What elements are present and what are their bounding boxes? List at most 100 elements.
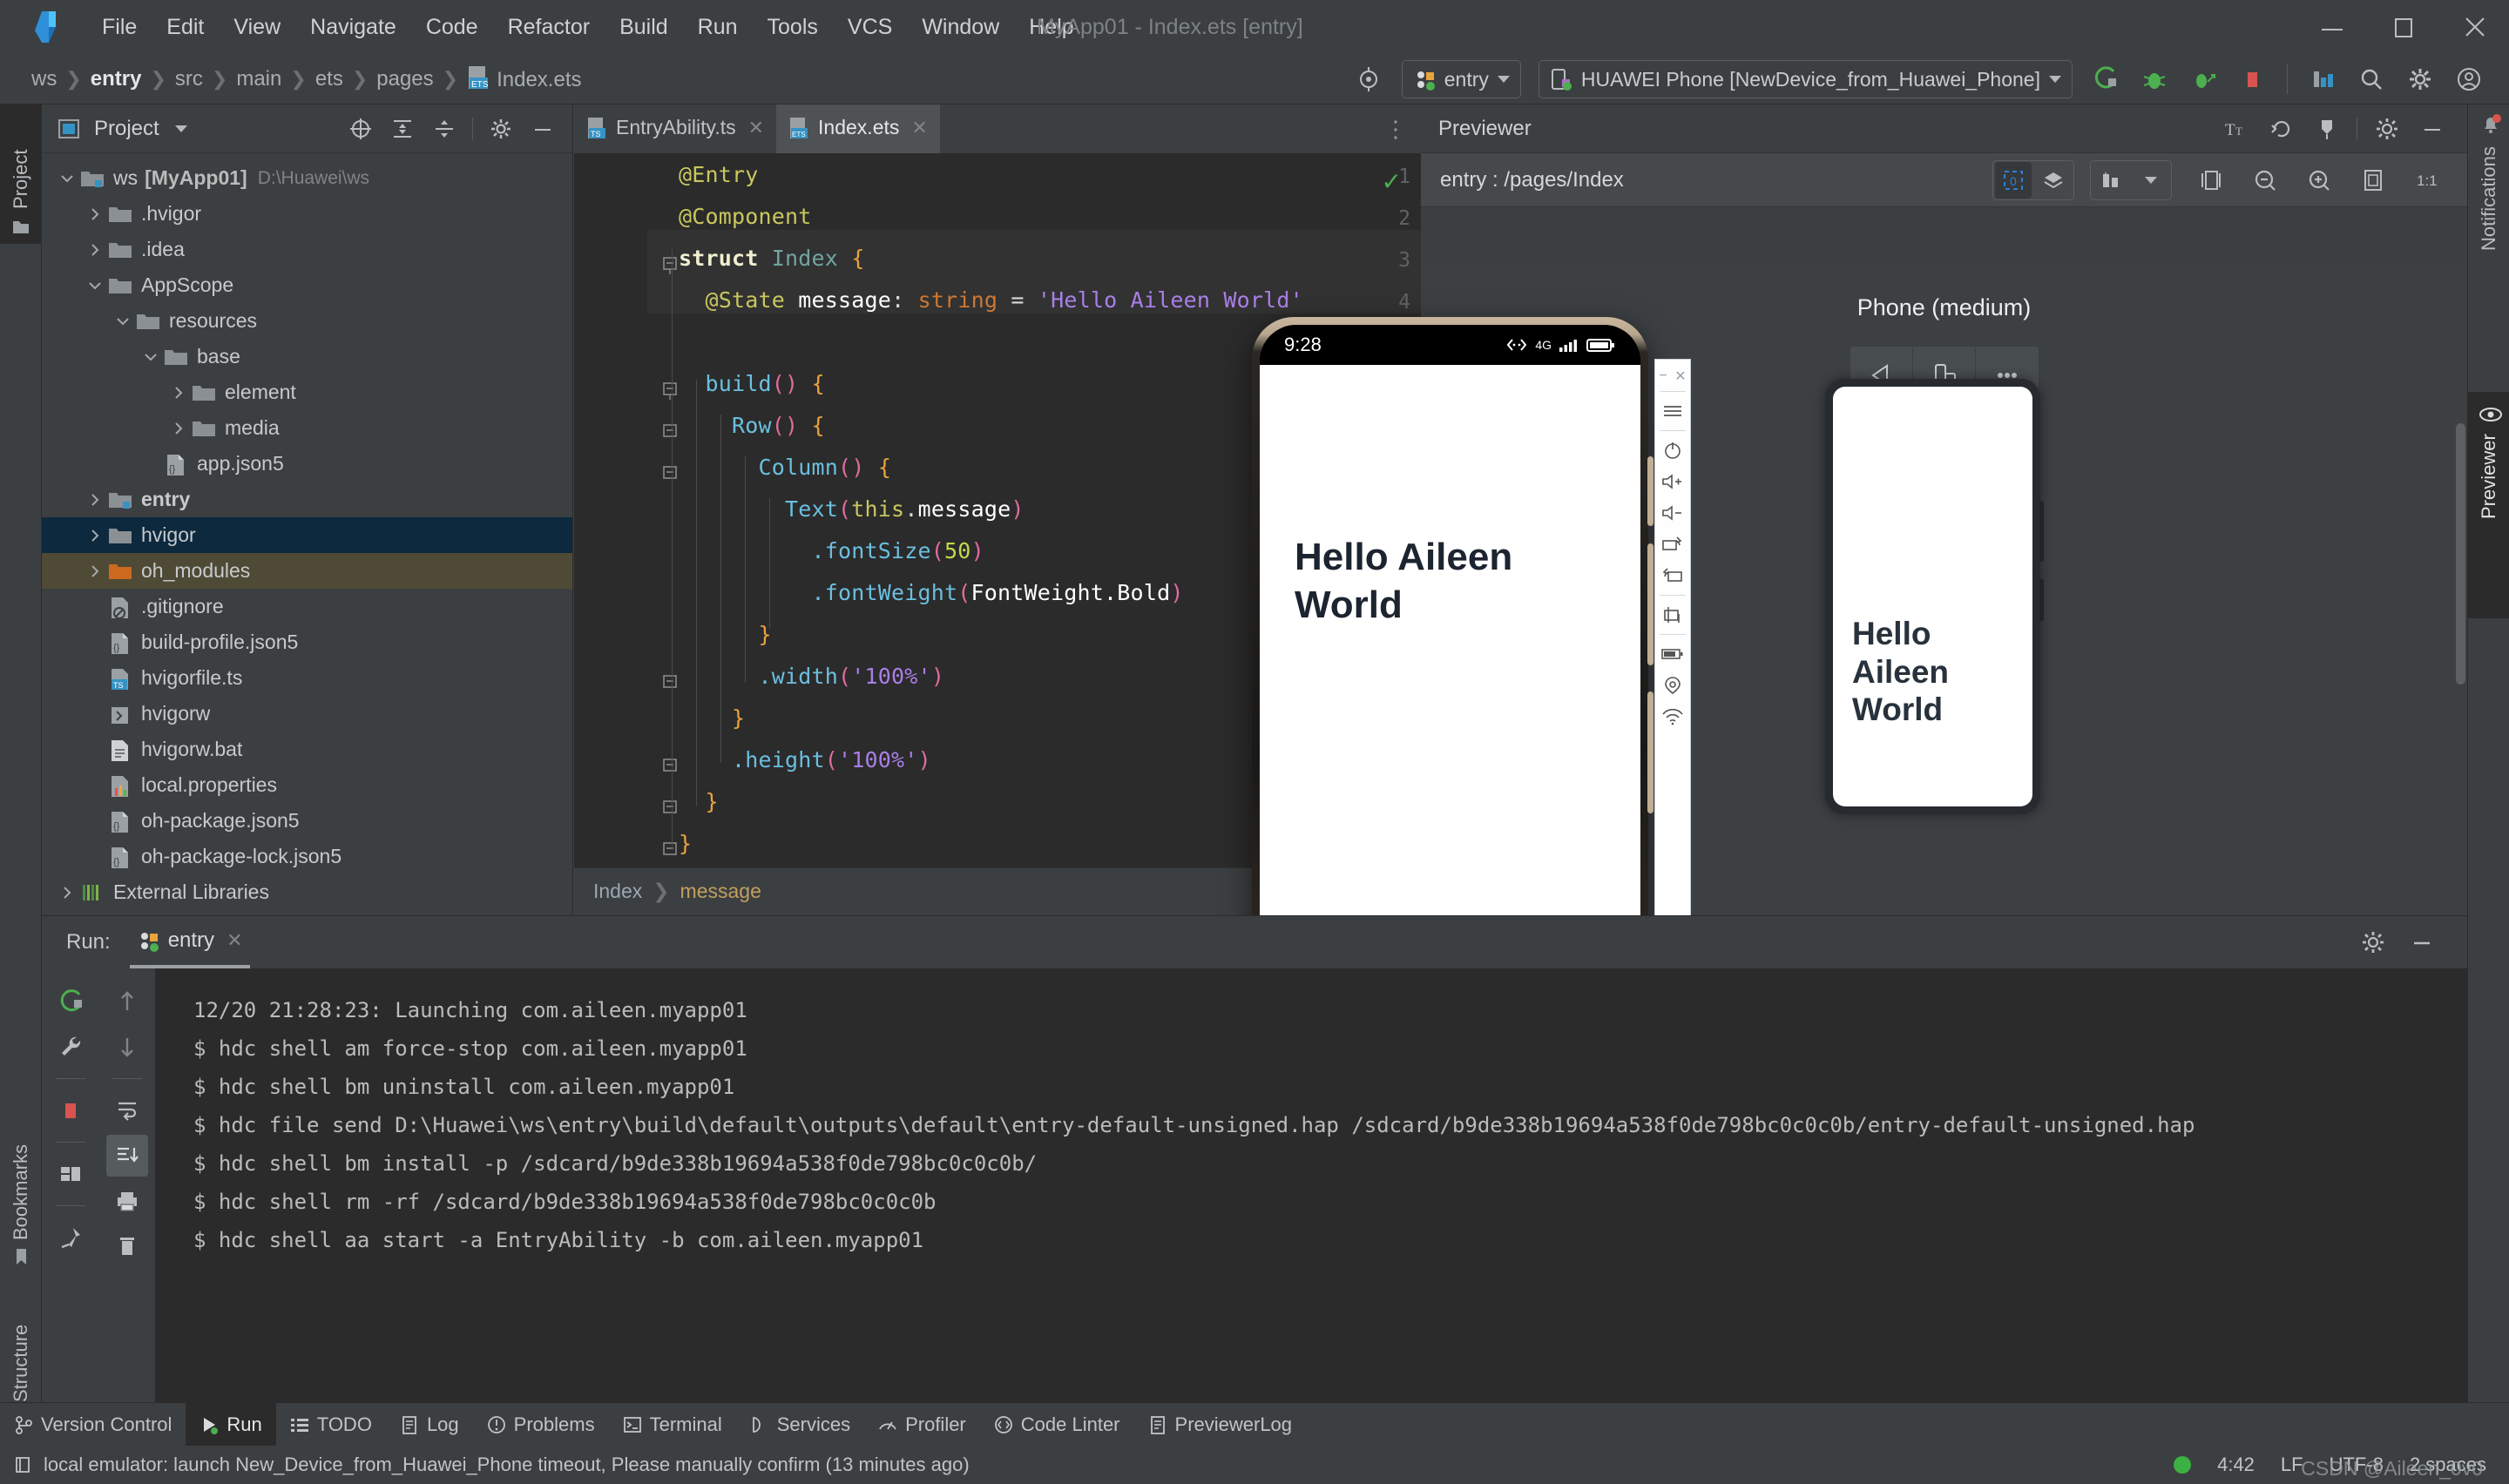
tree-item-oh-package-json5[interactable]: {} oh-package.json5: [42, 803, 572, 839]
gear-icon[interactable]: [2400, 59, 2440, 99]
sidebar-tab-previewer[interactable]: Previewer: [2468, 392, 2509, 618]
rotate-icon[interactable]: [2191, 160, 2231, 200]
hamburger-icon[interactable]: [1658, 395, 1687, 427]
rotate-right-icon[interactable]: [1658, 529, 1687, 560]
menu-item-edit[interactable]: Edit: [152, 10, 219, 45]
chevron-right-icon[interactable]: [85, 240, 105, 260]
gear-icon[interactable]: [484, 111, 518, 146]
editor-breadcrumb-index[interactable]: Index: [593, 880, 642, 903]
menu-item-refactor[interactable]: Refactor: [493, 10, 605, 45]
fold-marker[interactable]: [661, 423, 679, 441]
tool-window-todo[interactable]: TODO: [276, 1403, 386, 1447]
chevron-right-icon[interactable]: [169, 383, 188, 402]
status-message[interactable]: local emulator: launch New_Device_from_H…: [14, 1454, 970, 1476]
tree-item-app-json5[interactable]: {} app.json5: [42, 446, 572, 482]
screenshot-icon[interactable]: [1658, 599, 1687, 631]
tree-item-build-profile-json5[interactable]: {} build-profile.json5: [42, 624, 572, 660]
scroll-to-end-icon[interactable]: [105, 1135, 148, 1177]
wifi-icon[interactable]: [1658, 701, 1687, 732]
power-icon[interactable]: [1658, 435, 1687, 466]
sidebar-tab-notifications[interactable]: Notifications: [2468, 105, 2509, 383]
volume-up-icon[interactable]: [1658, 466, 1687, 497]
fold-marker[interactable]: [661, 674, 679, 691]
tree-item-oh-modules[interactable]: oh_modules: [42, 553, 572, 589]
account-icon[interactable]: [2449, 59, 2489, 99]
ok-check-icon[interactable]: ✓: [1382, 167, 1402, 196]
one-to-one-icon[interactable]: 1:1: [2407, 160, 2447, 200]
battery-icon[interactable]: [1658, 638, 1687, 670]
layers-icon[interactable]: [2035, 162, 2072, 199]
chevron-down-icon[interactable]: [174, 125, 187, 132]
caret-position[interactable]: 4:42: [2217, 1454, 2255, 1476]
close-icon[interactable]: ✕: [1674, 368, 1686, 385]
breadcrumb-main[interactable]: main: [229, 64, 288, 94]
tree-item-hvigorw[interactable]: hvigorw: [42, 696, 572, 732]
menu-item-window[interactable]: Window: [907, 10, 1014, 45]
wrench-icon[interactable]: [50, 1026, 91, 1068]
breadcrumb-src[interactable]: src: [168, 64, 210, 94]
menu-item-view[interactable]: View: [219, 10, 295, 45]
close-icon[interactable]: ✕: [748, 117, 764, 139]
tree-item-appscope[interactable]: AppScope: [42, 267, 572, 303]
menu-item-navigate[interactable]: Navigate: [295, 10, 411, 45]
tool-window-previewer-log[interactable]: PreviewerLog: [1134, 1403, 1307, 1447]
tree-item-hvigor[interactable]: hvigor: [42, 517, 572, 553]
sidebar-tab-bookmarks[interactable]: Bookmarks: [0, 1104, 42, 1275]
fold-marker[interactable]: [661, 465, 679, 482]
run-icon[interactable]: [2086, 59, 2126, 99]
run-panel-tab[interactable]: entry ✕: [129, 916, 250, 968]
close-icon[interactable]: ✕: [911, 117, 927, 139]
minimize-icon[interactable]: −: [1659, 368, 1667, 384]
close-icon[interactable]: [2460, 12, 2490, 42]
project-tree[interactable]: ws [MyApp01] D:\Huawei\ws .hvigor .idea AppSc…: [42, 153, 572, 946]
menu-item-file[interactable]: File: [87, 10, 152, 45]
chevron-right-icon[interactable]: [169, 419, 188, 438]
sidebar-tab-project[interactable]: Project: [0, 105, 42, 244]
device-manager-icon[interactable]: [2303, 59, 2343, 99]
line-separator[interactable]: LF: [2281, 1454, 2303, 1476]
rotate-left-icon[interactable]: [1658, 560, 1687, 591]
tool-window-services[interactable]: Services: [736, 1403, 864, 1447]
run-configuration-selector[interactable]: entry: [1401, 60, 1521, 98]
search-icon[interactable]: [2351, 59, 2391, 99]
location-icon[interactable]: [1658, 670, 1687, 701]
tree-item-element[interactable]: element: [42, 374, 572, 410]
breadcrumb-entry[interactable]: entry: [84, 64, 149, 94]
breadcrumb-file[interactable]: ETS Index.ets: [460, 63, 588, 95]
menu-item-run[interactable]: Run: [683, 10, 753, 45]
tool-window-version-control[interactable]: Version Control: [0, 1403, 186, 1447]
tree-item-entry[interactable]: entry: [42, 482, 572, 517]
gear-icon[interactable]: [2353, 922, 2393, 962]
tree-item-media[interactable]: media: [42, 410, 572, 446]
arrow-down-icon[interactable]: [106, 1026, 148, 1068]
chevron-down-icon[interactable]: [2133, 162, 2169, 199]
pin-icon[interactable]: [50, 1217, 91, 1258]
tree-item--gitignore[interactable]: .gitignore: [42, 589, 572, 624]
gear-icon[interactable]: [2369, 111, 2405, 147]
minimize-icon[interactable]: [2317, 12, 2347, 42]
soft-wrap-icon[interactable]: [106, 1089, 148, 1131]
tool-window-terminal[interactable]: Terminal: [609, 1403, 736, 1447]
tree-item-resources[interactable]: resources: [42, 303, 572, 339]
tree-item-hvigorw-bat[interactable]: hvigorw.bat: [42, 732, 572, 767]
tool-window-code-linter[interactable]: Code Linter: [980, 1403, 1134, 1447]
rerun-icon[interactable]: [50, 981, 91, 1022]
layout-icon[interactable]: [50, 1153, 91, 1195]
minimize-icon[interactable]: [2414, 111, 2451, 147]
collapse-all-icon[interactable]: [427, 111, 462, 146]
fold-marker[interactable]: [661, 256, 679, 274]
tree-item-hvigorfile-ts[interactable]: TS hvigorfile.ts: [42, 660, 572, 696]
tool-window-profiler[interactable]: Profiler: [864, 1403, 980, 1447]
tool-window-log[interactable]: Log: [386, 1403, 473, 1447]
chevron-down-icon[interactable]: [113, 312, 132, 331]
restore-icon[interactable]: [2389, 12, 2418, 42]
tree-item--hvigor[interactable]: .hvigor: [42, 196, 572, 232]
zoom-out-icon[interactable]: [2245, 160, 2285, 200]
menu-item-build[interactable]: Build: [605, 10, 683, 45]
breadcrumb-ets[interactable]: ets: [308, 64, 350, 94]
print-icon[interactable]: [106, 1180, 148, 1222]
chevron-right-icon[interactable]: [85, 205, 105, 224]
editor-tabs-more-button[interactable]: ⋮: [1372, 105, 1421, 153]
device-selector[interactable]: HUAWEI Phone [NewDevice_from_Huawei_Phon…: [1538, 60, 2073, 98]
tree-item-local-properties[interactable]: local.properties: [42, 767, 572, 803]
